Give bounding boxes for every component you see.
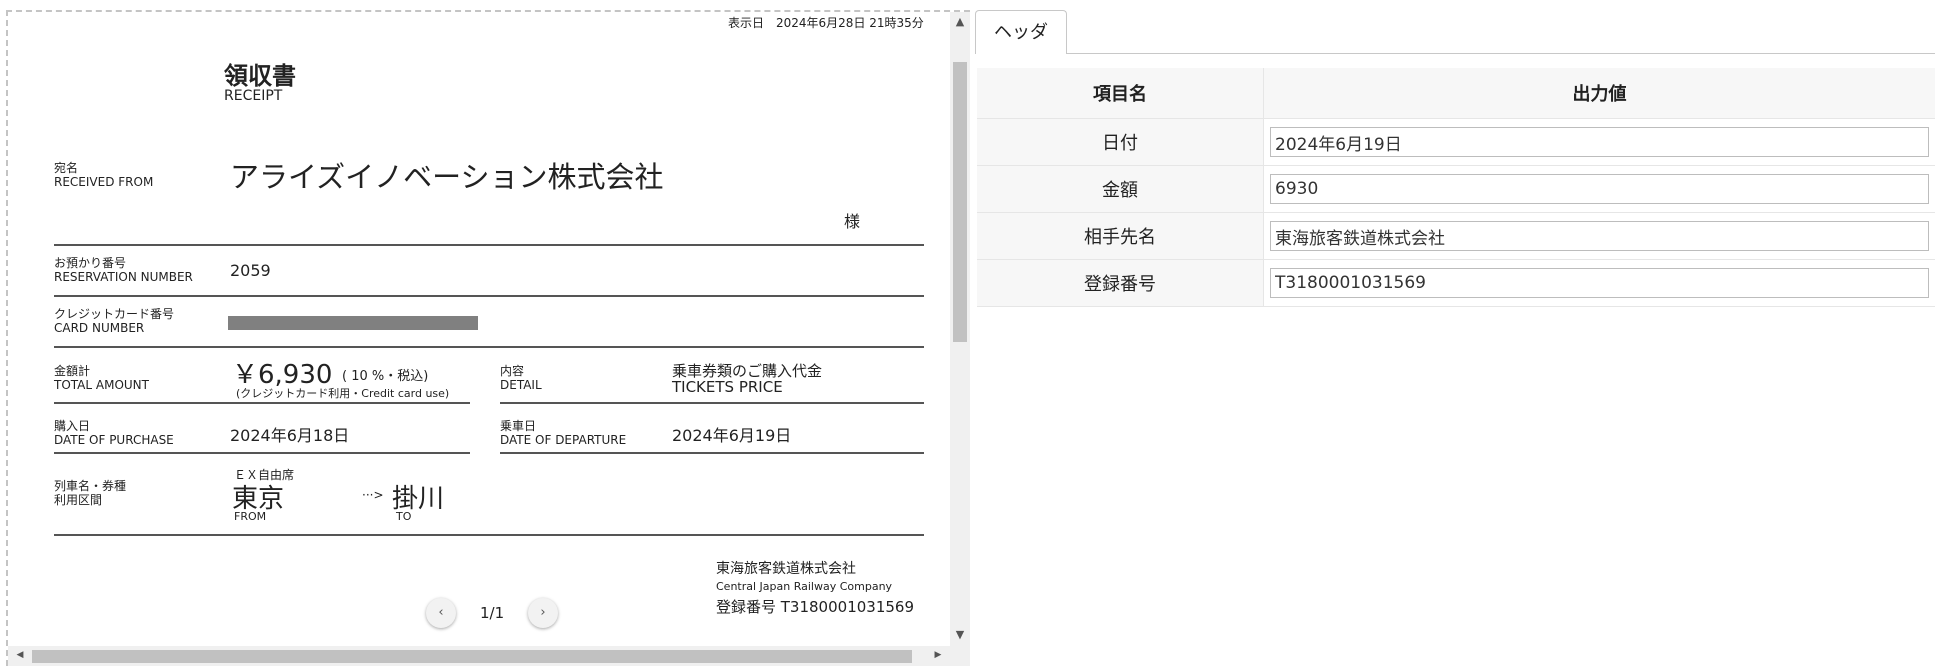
scroll-left-icon[interactable]: ◀	[10, 650, 30, 660]
horizontal-scroll-thumb[interactable]	[32, 650, 912, 663]
purchase-date: 2024年6月18日	[230, 426, 350, 445]
divider	[54, 534, 924, 536]
column-header-value: 出力値	[1263, 68, 1935, 119]
departure-label: 乗車日	[500, 419, 537, 433]
redacted-card-number	[228, 316, 478, 330]
display-date: 表示日 2024年6月28日 21時35分	[728, 16, 924, 30]
scroll-right-icon[interactable]: ▶	[928, 650, 948, 660]
addressee-label-en: RECEIVED FROM	[54, 175, 154, 189]
divider	[54, 452, 470, 454]
vertical-scroll-thumb[interactable]	[953, 62, 967, 342]
tab-header[interactable]: ヘッダ	[975, 10, 1067, 54]
detail-text-en: TICKETS PRICE	[672, 378, 783, 396]
from-label: FROM	[234, 510, 267, 523]
next-page-button[interactable]: ›	[528, 598, 558, 628]
prev-page-button[interactable]: ‹	[426, 598, 456, 628]
row-label-date: 日付	[977, 118, 1264, 166]
total-label: 金額計	[54, 364, 91, 378]
row-label-amount: 金額	[977, 165, 1264, 213]
horizontal-scrollbar[interactable]: ◀ ▶	[8, 646, 950, 666]
scroll-up-icon[interactable]: ▲	[950, 15, 970, 28]
honorific: 様	[844, 212, 861, 231]
train-label: 列車名・券種	[54, 479, 127, 493]
divider	[54, 244, 924, 246]
table-row: 日付	[977, 118, 1935, 166]
payment-note: (クレジットカード利用・Credit card use)	[236, 387, 450, 400]
amount-field[interactable]	[1270, 174, 1929, 204]
row-label-partner: 相手先名	[977, 212, 1264, 260]
output-table: 項目名 出力値 日付 金額 相手先名 登録番号	[977, 68, 1935, 307]
table-row: 金額	[977, 165, 1935, 213]
purchase-label-en: DATE OF PURCHASE	[54, 433, 174, 447]
issuer-registration: 登録番号 T3180001031569	[716, 598, 914, 616]
reservation-label: お預かり番号	[54, 256, 127, 270]
registration-number-field[interactable]	[1270, 268, 1929, 298]
vertical-scrollbar[interactable]: ▲ ▼	[950, 12, 970, 646]
reservation-number: 2059	[230, 261, 271, 280]
addressee-name: アライズイノベーション株式会社	[230, 160, 664, 194]
scrollbar-corner	[950, 646, 970, 666]
issuer-name: 東海旅客鉄道株式会社	[716, 561, 856, 577]
reservation-label-en: RESERVATION NUMBER	[54, 270, 193, 284]
purchase-label: 購入日	[54, 419, 91, 433]
table-row: 相手先名	[977, 212, 1935, 260]
route-arrow-icon: ···>	[362, 488, 384, 502]
divider	[54, 295, 924, 297]
card-label-en: CARD NUMBER	[54, 321, 145, 335]
route-label: 利用区間	[54, 493, 103, 507]
receipt-document: 表示日 2024年6月28日 21時35分 領収書 RECEIPT 宛名 REC…	[8, 12, 950, 646]
issuer-name-en: Central Japan Railway Company	[716, 580, 893, 593]
detail-label: 内容	[500, 364, 525, 378]
scroll-down-icon[interactable]: ▼	[950, 628, 970, 641]
receipt-title: 領収書	[224, 62, 296, 90]
card-label: クレジットカード番号	[54, 307, 175, 321]
document-viewer: 表示日 2024年6月28日 21時35分 領収書 RECEIPT 宛名 REC…	[6, 10, 970, 666]
departure-label-en: DATE OF DEPARTURE	[500, 433, 627, 447]
table-header-row: 項目名 出力値	[977, 68, 1935, 119]
addressee-label: 宛名	[54, 161, 79, 175]
divider	[54, 346, 924, 348]
partner-name-field[interactable]	[1270, 221, 1929, 251]
detail-label-en: DETAIL	[500, 378, 542, 392]
row-label-registration: 登録番号	[977, 259, 1264, 307]
total-label-en: TOTAL AMOUNT	[54, 378, 149, 392]
departure-date: 2024年6月19日	[672, 426, 792, 445]
divider	[500, 452, 924, 454]
divider	[54, 402, 470, 404]
tax-note: ( 10 %・税込)	[342, 369, 429, 384]
to-label: TO	[396, 510, 412, 523]
tab-divider	[1067, 53, 1935, 54]
date-field[interactable]	[1270, 127, 1929, 157]
table-row: 登録番号	[977, 259, 1935, 307]
receipt-title-en: RECEIPT	[224, 88, 283, 104]
page-indicator: 1/1	[480, 604, 505, 622]
divider	[500, 402, 924, 404]
column-header-item: 項目名	[977, 68, 1264, 119]
